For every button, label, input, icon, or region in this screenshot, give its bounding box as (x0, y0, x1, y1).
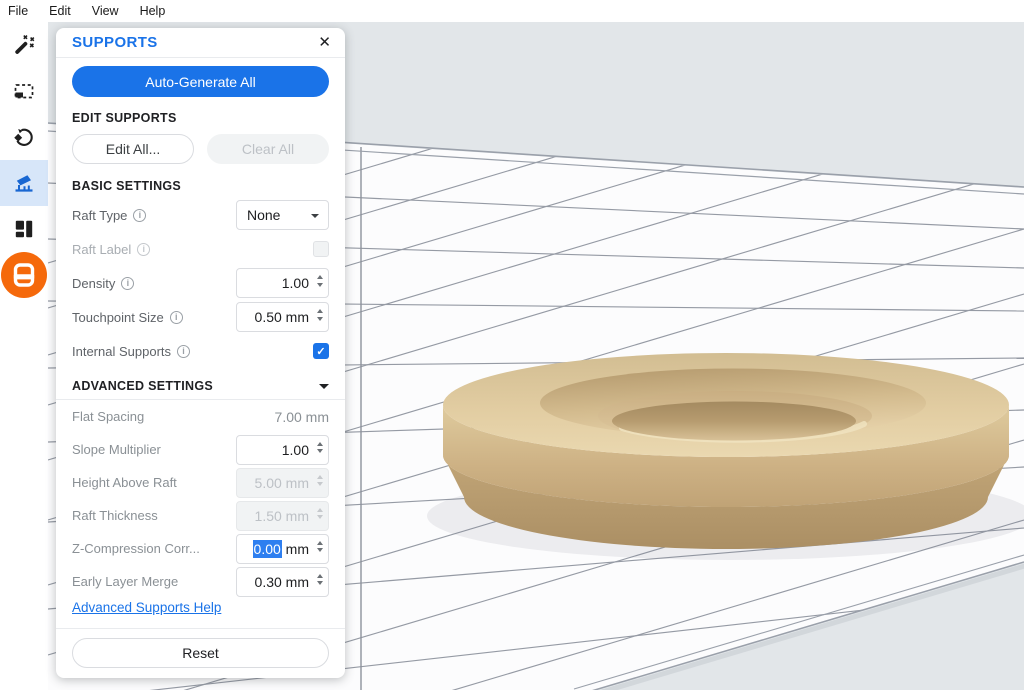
raft-thickness-row: Raft Thickness 1.50 mm (72, 499, 329, 532)
slope-multiplier-row: Slope Multiplier 1.00 (72, 433, 329, 466)
z-compression-selected-value: 0.00 (252, 539, 282, 558)
raft-thickness-value: 1.50 mm (254, 507, 309, 524)
flat-spacing-value: 7.00 mm (274, 408, 329, 425)
one-click-print-button[interactable] (0, 22, 48, 68)
chevron-down-icon (311, 214, 319, 218)
raft-type-label: Raft Type (72, 207, 128, 223)
raft-label-row: Raft Label i (72, 232, 329, 266)
raft-label-checkbox (313, 241, 329, 257)
panel-title: SUPPORTS (72, 34, 158, 51)
internal-supports-row: Internal Supports i ✓ (72, 334, 329, 368)
spinner-arrows[interactable] (317, 441, 323, 453)
early-layer-merge-row: Early Layer Merge 0.30 mm (72, 565, 329, 598)
advanced-settings-header[interactable]: ADVANCED SETTINGS (72, 373, 329, 399)
spinner-arrows[interactable] (317, 309, 323, 321)
slope-multiplier-label: Slope Multiplier (72, 442, 161, 457)
flat-spacing-row: Flat Spacing 7.00 mm (72, 400, 329, 433)
spinner-arrows (317, 474, 323, 486)
rotate-icon (14, 128, 33, 146)
z-compression-row: Z-Compression Corr... 0.00 mm (72, 532, 329, 565)
internal-supports-checkbox[interactable]: ✓ (313, 343, 329, 359)
raft-thickness-input: 1.50 mm (236, 500, 329, 531)
close-icon[interactable]: ✕ (318, 35, 331, 50)
edit-all-button[interactable]: Edit All... (72, 134, 194, 164)
z-compression-unit: mm (281, 540, 309, 557)
orient-tool-button[interactable] (0, 114, 48, 160)
edit-supports-heading: EDIT SUPPORTS (72, 111, 177, 125)
info-icon[interactable]: i (137, 242, 151, 256)
info-icon[interactable]: i (177, 344, 191, 358)
panel-header: SUPPORTS ✕ (56, 28, 345, 57)
supports-icon (15, 175, 33, 192)
advanced-supports-help-link[interactable]: Advanced Supports Help (72, 600, 221, 618)
collapse-chevron-icon[interactable] (319, 383, 329, 389)
raft-type-dropdown[interactable]: None (236, 200, 329, 230)
reset-button[interactable]: Reset (72, 638, 329, 668)
info-icon[interactable]: i (121, 276, 135, 290)
spinner-arrows[interactable] (317, 275, 323, 287)
slope-multiplier-input[interactable]: 1.00 (236, 434, 329, 465)
density-label: Density (72, 275, 116, 291)
raft-thickness-label: Raft Thickness (72, 508, 158, 523)
supports-tool-button[interactable] (0, 160, 48, 206)
z-compression-input[interactable]: 0.00 mm (236, 533, 329, 564)
menu-file[interactable]: File (8, 4, 39, 18)
touchpoint-size-value: 0.50 mm (254, 309, 309, 325)
early-layer-merge-label: Early Layer Merge (72, 574, 179, 589)
height-above-raft-label: Height Above Raft (72, 475, 177, 490)
density-value: 1.00 (281, 275, 309, 291)
advanced-settings-heading: ADVANCED SETTINGS (72, 379, 213, 393)
height-above-raft-value: 5.00 mm (254, 474, 309, 491)
internal-supports-label: Internal Supports (72, 343, 172, 359)
cartridge-icon (13, 263, 35, 287)
layout-icon (15, 220, 33, 238)
magic-wand-icon (15, 35, 35, 54)
height-above-raft-input: 5.00 mm (236, 467, 329, 498)
cartridge-alert-button[interactable] (0, 252, 48, 298)
model-ring[interactable] (427, 353, 1024, 560)
menu-edit[interactable]: Edit (49, 4, 82, 18)
density-input[interactable]: 1.00 (236, 268, 329, 298)
early-layer-merge-input[interactable]: 0.30 mm (236, 566, 329, 597)
touchpoint-size-label: Touchpoint Size (72, 309, 164, 325)
select-tool-button[interactable] (0, 68, 48, 114)
marquee-select-icon (14, 84, 34, 99)
spinner-arrows[interactable] (317, 573, 323, 585)
basic-settings-heading: BASIC SETTINGS (72, 179, 182, 193)
layout-tool-button[interactable] (0, 206, 48, 252)
spinner-arrows[interactable] (317, 540, 323, 552)
raft-label-label: Raft Label (72, 241, 132, 257)
menu-help[interactable]: Help (140, 4, 177, 18)
early-layer-merge-value: 0.30 mm (254, 573, 309, 590)
tool-sidebar (0, 22, 48, 690)
info-icon[interactable]: i (169, 310, 183, 324)
touchpoint-size-row: Touchpoint Size i 0.50 mm (72, 300, 329, 334)
info-icon[interactable]: i (133, 208, 147, 222)
touchpoint-size-input[interactable]: 0.50 mm (236, 302, 329, 332)
flat-spacing-label: Flat Spacing (72, 409, 145, 424)
height-above-raft-row: Height Above Raft 5.00 mm (72, 466, 329, 499)
slope-multiplier-value: 1.00 (281, 441, 309, 458)
density-row: Density i 1.00 (72, 266, 329, 300)
raft-type-row: Raft Type i None (72, 198, 329, 232)
z-compression-label: Z-Compression Corr... (72, 541, 200, 556)
clear-all-button: Clear All (207, 134, 329, 164)
menu-view[interactable]: View (92, 4, 130, 18)
auto-generate-all-button[interactable]: Auto-Generate All (72, 66, 329, 97)
menu-bar: File Edit View Help (0, 0, 1024, 22)
supports-panel: SUPPORTS ✕ Auto-Generate All EDIT SUPPOR… (56, 28, 345, 678)
spinner-arrows (317, 507, 323, 519)
alert-badge (1, 252, 47, 298)
